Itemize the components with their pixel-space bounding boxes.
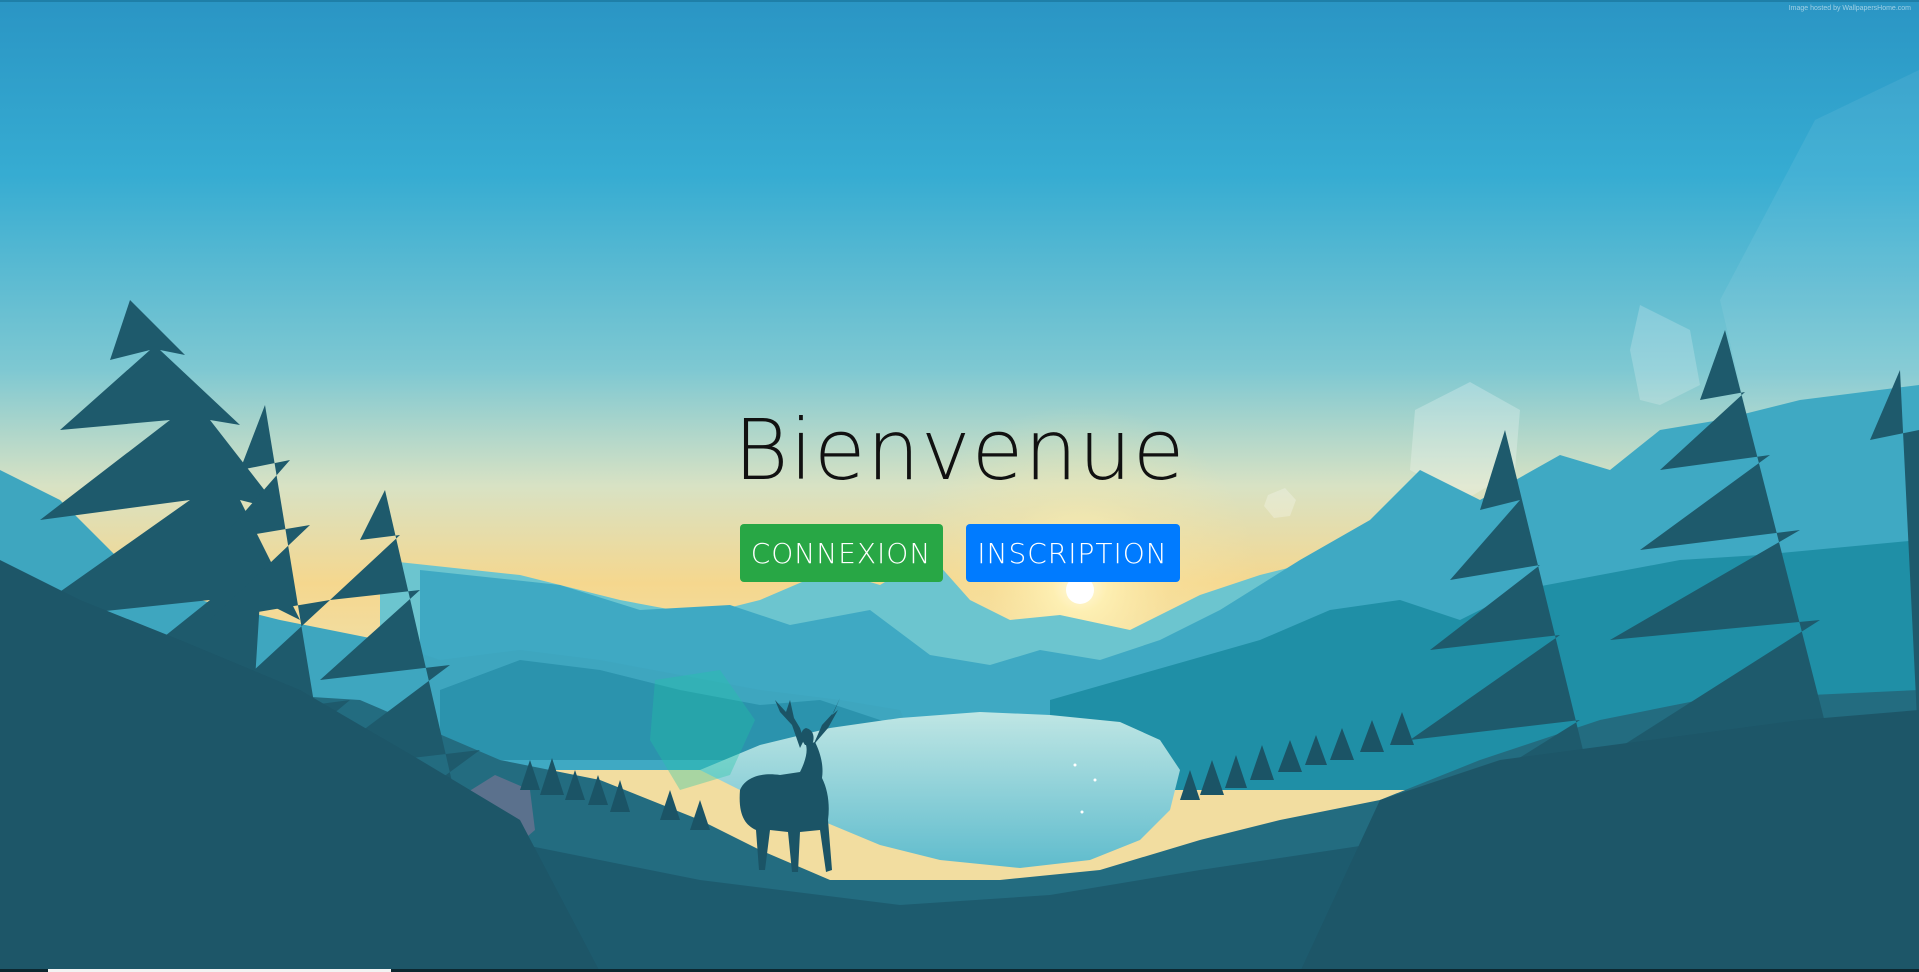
hero-section: Bienvenue CONNEXION INSCRIPTION xyxy=(0,400,1919,582)
page-title: Bienvenue xyxy=(733,401,1186,499)
image-credit: Image hosted by WallpapersHome.com xyxy=(1788,5,1911,12)
auth-buttons: CONNEXION INSCRIPTION xyxy=(0,524,1919,582)
register-button[interactable]: INSCRIPTION xyxy=(965,524,1180,582)
login-button[interactable]: CONNEXION xyxy=(739,524,943,582)
